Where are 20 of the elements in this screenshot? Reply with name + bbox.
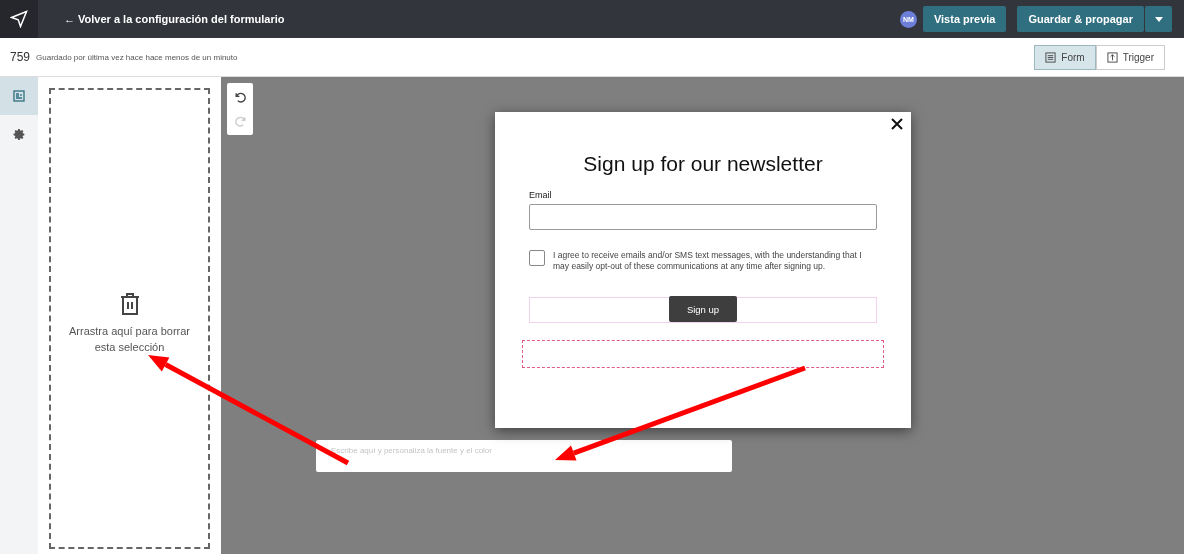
- sign-up-button[interactable]: Sign up: [669, 296, 737, 322]
- save-button[interactable]: Guardar & propagar: [1017, 6, 1144, 32]
- view-tab[interactable]: Trigger: [1095, 44, 1165, 70]
- form-icon: [1045, 51, 1057, 63]
- close-icon[interactable]: [889, 116, 905, 132]
- saved-status: Guardado por última vez hace hace menos de un minuto: [36, 52, 238, 62]
- drop-hint: Arrastra aquí para borrar esta selección: [67, 323, 192, 355]
- preview-button[interactable]: Vista previa: [922, 6, 1007, 32]
- consent-text: I agree to receive emails and/or SMS text messages, with the understanding that I may easily opt-out of these communications at any time after signing up.: [553, 250, 863, 272]
- back-link[interactable]: ← Volver a la configuración del formulario: [64, 13, 285, 25]
- email-field[interactable]: [529, 204, 877, 230]
- send-icon[interactable]: [0, 0, 38, 38]
- email-label: Email: [529, 190, 553, 200]
- trash-icon: [119, 292, 140, 315]
- view-tab[interactable]: Form: [1034, 44, 1096, 70]
- form-number: 759: [10, 50, 31, 64]
- modal-title: Sign up for our newsletter: [582, 152, 824, 176]
- upload-icon: [1106, 51, 1118, 63]
- caret-icon[interactable]: [1145, 6, 1172, 32]
- consent-checkbox[interactable]: [529, 250, 545, 266]
